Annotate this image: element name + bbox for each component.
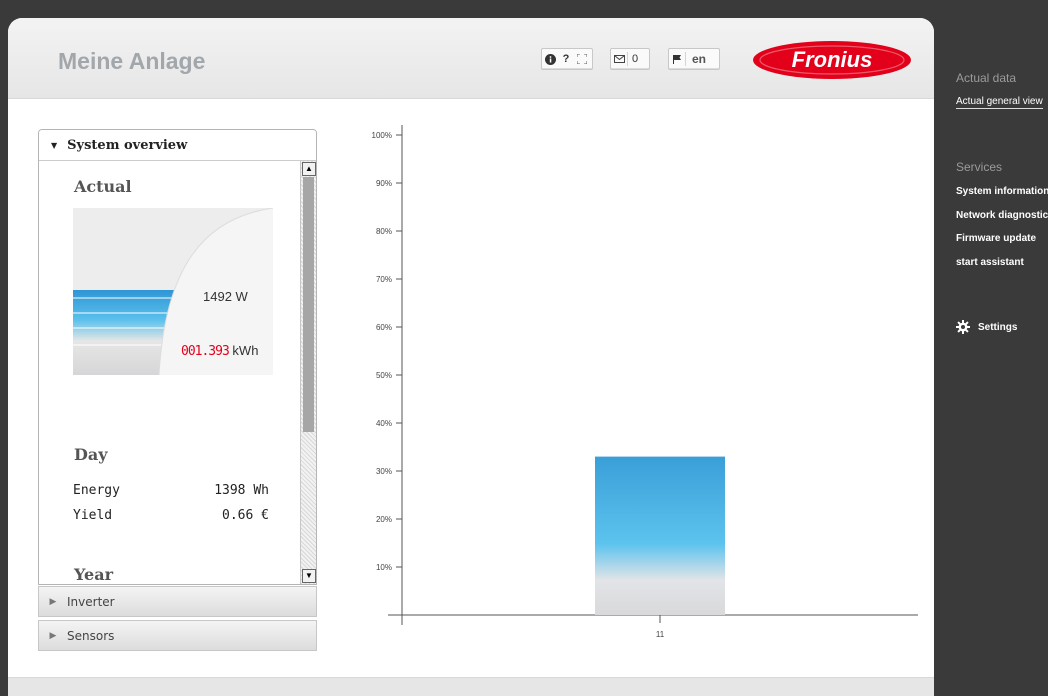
sidebar-item-firmware-update[interactable]: Firmware update [956, 233, 1036, 244]
fronius-logo: Fronius [752, 40, 912, 80]
y-tick-label: 20% [376, 515, 392, 524]
sidebar-heading-actual-data: Actual data [956, 71, 1017, 85]
collapse-triangle-icon: ▼ [51, 140, 58, 150]
panel-scrollbar[interactable]: ▲ ▼ [300, 161, 316, 584]
accordion-inverter[interactable]: ▶ Inverter [38, 586, 317, 617]
y-tick-label: 70% [376, 275, 392, 284]
day-yield-label: Yield [73, 508, 113, 523]
sidebar-item-actual-general-view[interactable]: Actual general view [956, 96, 1043, 109]
page-title: Meine Anlage [58, 48, 206, 74]
energy-counter-digits: 001.393 [181, 344, 230, 359]
accordion-label: Inverter [67, 594, 115, 609]
accordion-sensors[interactable]: ▶ Sensors [38, 620, 317, 651]
energy-counter: 001.393 kWh [181, 343, 258, 359]
expand-triangle-icon: ▶ [49, 596, 57, 607]
chart-svg: 10% 20% 30% 40% 50% 60% 70% 80% 90% 100% 11 [372, 125, 918, 639]
language-button[interactable]: en [668, 48, 720, 70]
day-energy-label: Energy [73, 483, 120, 498]
expand-triangle-icon: ▶ [49, 630, 57, 641]
scroll-up-arrow-icon[interactable]: ▲ [302, 162, 316, 176]
y-tick-label: 30% [376, 467, 392, 476]
sidebar-item-start-assistant[interactable]: start assistant [956, 257, 1024, 268]
left-frame [0, 0, 8, 696]
settings-label: Settings [978, 321, 1018, 333]
accordion-label: Sensors [67, 628, 115, 643]
app-window: Meine Anlage ? 0 en Fronius ▼ System ove… [8, 18, 934, 696]
messages-button[interactable]: 0 [610, 48, 650, 70]
x-tick-label: 11 [656, 630, 665, 639]
y-tick-label: 40% [376, 419, 392, 428]
language-code: en [692, 52, 707, 66]
help-toolbar: ? [541, 48, 593, 70]
y-tick-label: 90% [376, 179, 392, 188]
day-heading: Day [74, 445, 108, 464]
header: Meine Anlage ? 0 en Fronius [8, 18, 934, 98]
envelope-icon [611, 49, 627, 69]
fullscreen-icon[interactable] [574, 49, 590, 69]
system-overview-panel: ▼ System overview Actual 1492 W 001.393 … [38, 129, 317, 585]
panel-body: Actual 1492 W 001.393 kWh Day Energy 139… [39, 161, 316, 584]
sidebar-heading-services: Services [956, 160, 1003, 174]
power-gauge: 1492 W 001.393 kWh [73, 208, 273, 375]
scrollbar-thumb[interactable] [303, 177, 314, 432]
scroll-down-arrow-icon[interactable]: ▼ [302, 569, 316, 583]
day-yield-value: 0.66 € [222, 508, 269, 523]
bar [595, 456, 725, 615]
actual-heading: Actual [74, 177, 132, 196]
bar-chart: 10% 20% 30% 40% 50% 60% 70% 80% 90% 100% 11 [344, 103, 924, 663]
power-value: 1492 W [203, 289, 248, 304]
day-energy-value: 1398 Wh [214, 483, 269, 498]
y-tick-label: 80% [376, 227, 392, 236]
toolbar-divider [685, 52, 686, 66]
energy-unit: kWh [232, 343, 259, 358]
sidebar-item-settings[interactable]: Settings [956, 320, 1017, 334]
y-tick-label: 60% [376, 323, 392, 332]
main-content: ▼ System overview Actual 1492 W 001.393 … [8, 98, 934, 678]
sidebar-item-system-information[interactable]: System information [956, 186, 1048, 197]
y-tick-label: 50% [376, 371, 392, 380]
info-icon[interactable] [542, 49, 558, 69]
year-heading: Year [74, 565, 114, 584]
y-tick-label: 10% [376, 563, 392, 572]
toolbar-divider [627, 52, 628, 66]
help-icon[interactable]: ? [558, 49, 574, 69]
y-tick-label: 100% [372, 131, 392, 140]
brand-wordmark: Fronius [792, 47, 873, 72]
panel-header[interactable]: ▼ System overview [39, 130, 316, 161]
panel-title: System overview [67, 137, 188, 153]
message-count: 0 [632, 53, 639, 65]
flag-icon [669, 49, 685, 69]
right-sidebar: Actual data Actual general view Services… [934, 0, 1048, 696]
sidebar-item-network-diagnostics[interactable]: Network diagnostics [956, 210, 1048, 221]
gear-icon [956, 320, 970, 334]
